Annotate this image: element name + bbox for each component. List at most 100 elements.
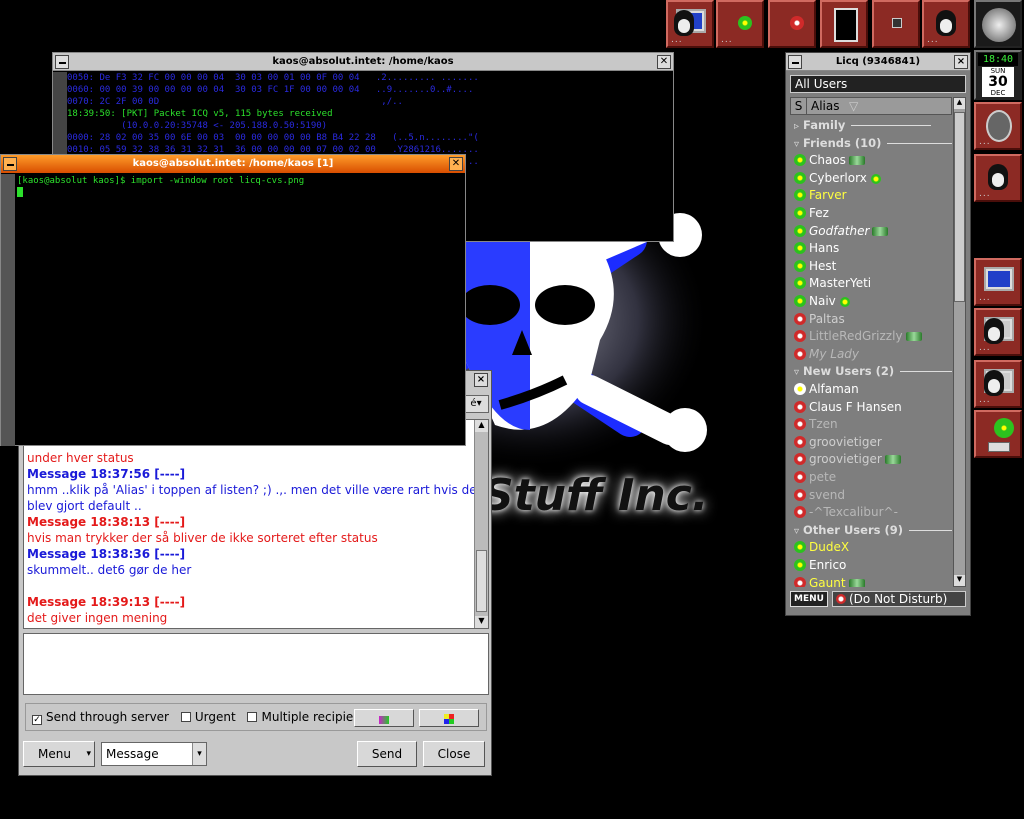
close-button[interactable]: ✕ [449, 157, 463, 171]
contact-row[interactable]: Cyberlorx [790, 170, 884, 188]
terminal-line: 18:39:50: [PKT] Packet ICQ v5, 115 bytes… [67, 109, 333, 119]
menu-button[interactable]: Menu ▾ [23, 741, 95, 767]
status-flower-icon [794, 506, 806, 519]
dock-app-penguin-1[interactable]: ... [974, 308, 1022, 356]
front-terminal-window[interactable]: kaos@absolut.intet: /home/kaos [1] ✕ [ka… [0, 154, 466, 446]
dock-app-monitor[interactable]: ... [974, 258, 1022, 306]
dock-app-icq-2[interactable] [974, 410, 1022, 458]
scroll-up-arrow-icon[interactable]: ▲ [475, 420, 488, 432]
color-button[interactable] [419, 709, 479, 727]
contact-row[interactable]: MasterYeti [790, 275, 871, 293]
dock-app-gnome[interactable]: ... [974, 102, 1022, 150]
contact-row[interactable]: Hans [790, 240, 839, 258]
contact-row[interactable]: Paltas [790, 311, 845, 329]
status-flower-icon [794, 330, 806, 343]
message-line: hvis man trykker der så bliver de ikke s… [27, 531, 378, 545]
minimize-button[interactable] [3, 157, 17, 171]
licq-menu-button[interactable]: MENU [790, 591, 828, 607]
contact-row[interactable]: -^Texcalibur^- [790, 504, 898, 522]
expand-down-icon[interactable]: ▿ [794, 526, 799, 537]
contact-row[interactable]: Enrico [790, 557, 846, 575]
contact-group[interactable]: ▿ New Users (2) [790, 363, 952, 381]
licq-window[interactable]: Licq (9346841) × All Users S Alias ▽ ▹ Fa… [785, 52, 971, 616]
contact-group[interactable]: ▹ Family [790, 117, 931, 135]
message-type-select[interactable]: Message ▾ [101, 742, 207, 766]
history-scrollbar[interactable]: ▲ ▼ [474, 420, 488, 628]
terminal-line: (10.0.0.20:35748 <- 205.188.0.50:5190) [67, 121, 328, 131]
contact-row[interactable]: groovietiger [790, 451, 901, 469]
contact-row[interactable]: Chaos [790, 152, 865, 170]
minimize-button[interactable] [788, 55, 802, 69]
dock-app-penguin-2[interactable]: ... [974, 360, 1022, 408]
message-header: Message 18:39:13 [----] [27, 595, 186, 609]
contact-alias: My Lady [809, 346, 860, 361]
column-status[interactable]: S [791, 98, 807, 114]
contact-alias: Claus F Hansen [809, 399, 902, 414]
contact-row[interactable]: Alfaman [790, 381, 859, 399]
licq-titlebar[interactable]: Licq (9346841) × [786, 53, 970, 71]
contact-group[interactable]: ▿ Other Users (9) [790, 522, 952, 540]
message-compose-input[interactable] [23, 633, 489, 695]
contact-row[interactable]: pete [790, 469, 836, 487]
dock-app-penguin-monitor[interactable]: ... [666, 0, 714, 48]
message-mini-select[interactable]: é▾ [463, 395, 489, 413]
front-terminal-scrollbar[interactable] [1, 174, 15, 446]
dock-app-terminal[interactable] [820, 0, 868, 48]
scroll-down-arrow-icon[interactable]: ▼ [954, 575, 965, 586]
column-alias[interactable]: Alias [811, 98, 839, 114]
contact-row[interactable]: Gaunt [790, 575, 865, 587]
dock-app-icq[interactable]: ... [716, 0, 764, 48]
scroll-thumb[interactable] [476, 550, 487, 612]
status-flower-icon [794, 242, 806, 255]
contact-row[interactable]: Claus F Hansen [790, 399, 902, 417]
front-terminal-prompt[interactable]: [kaos@absolut kaos]$ import -window root… [17, 175, 304, 187]
terminal-line: 0050: De F3 32 FC 00 00 00 04 30 03 00 0… [67, 73, 479, 83]
contact-row[interactable]: Naiv [790, 293, 853, 311]
dock-app-flower-red[interactable] [768, 0, 816, 48]
back-terminal-titlebar[interactable]: kaos@absolut.intet: /home/kaos ✕ [53, 53, 673, 71]
scroll-down-arrow-icon[interactable]: ▼ [475, 616, 488, 628]
contact-group[interactable]: ▿ Friends (10) [790, 135, 952, 153]
licq-status-select[interactable]: (Do Not Disturb) [832, 591, 966, 607]
dock-app-gimp-2[interactable]: ... [974, 154, 1022, 202]
contact-row[interactable]: Tzen [790, 416, 838, 434]
licq-list-header[interactable]: S Alias ▽ [790, 97, 952, 115]
scroll-up-arrow-icon[interactable]: ▲ [954, 98, 965, 109]
close-button[interactable]: ✕ [657, 55, 671, 69]
licq-close-button[interactable]: × [954, 55, 968, 69]
message-close-button[interactable]: × [474, 373, 488, 387]
status-flower-icon [794, 224, 806, 237]
contact-row[interactable]: DudeX [790, 539, 849, 557]
expand-right-icon[interactable]: ▹ [794, 121, 799, 132]
contact-row[interactable]: Godfather [790, 223, 889, 241]
send-button[interactable]: Send [357, 741, 417, 767]
close-message-button[interactable]: Close [423, 741, 485, 767]
front-terminal-titlebar[interactable]: kaos@absolut.intet: /home/kaos [1] ✕ [1, 155, 465, 173]
contact-row[interactable]: groovietiger [790, 434, 882, 452]
message-header: Message 18:37:56 [----] [27, 467, 186, 481]
licq-user-list[interactable]: ▹ Family ▿ Friends (10) Chaos Cyberlorx Farver… [790, 117, 952, 587]
licq-group-select[interactable]: All Users [790, 75, 966, 93]
phone-icon [848, 578, 865, 587]
expand-down-icon[interactable]: ▿ [794, 367, 799, 378]
licq-scrollbar[interactable]: ▲ ▼ [953, 97, 966, 587]
send-through-server-checkbox[interactable]: ✓ Send through server [32, 710, 169, 725]
contact-row[interactable]: LittleRedGrizzly [790, 328, 922, 346]
contact-row[interactable]: svend [790, 487, 845, 505]
dock-app-device[interactable] [872, 0, 920, 48]
expand-down-icon[interactable]: ▿ [794, 139, 799, 150]
terminal-line: 0070: 2C 2F 00 0D ,/.. [67, 97, 403, 107]
scroll-thumb[interactable] [954, 112, 965, 302]
contact-row[interactable]: My Lady [790, 346, 859, 364]
dock-app-gimp[interactable]: ... [922, 0, 970, 48]
urgent-checkbox[interactable]: Urgent [180, 710, 236, 724]
contact-row[interactable]: Fez [790, 205, 829, 223]
dock-app-clock-widget[interactable] [974, 0, 1022, 48]
contact-alias: Alfaman [809, 382, 859, 396]
contact-row[interactable]: Farver [790, 187, 847, 205]
more-button[interactable] [354, 709, 414, 727]
contact-alias: Hans [809, 241, 840, 256]
minimize-button[interactable] [55, 55, 69, 69]
message-header: Message 18:38:13 [----] [27, 515, 186, 529]
contact-row[interactable]: Hest [790, 258, 836, 276]
